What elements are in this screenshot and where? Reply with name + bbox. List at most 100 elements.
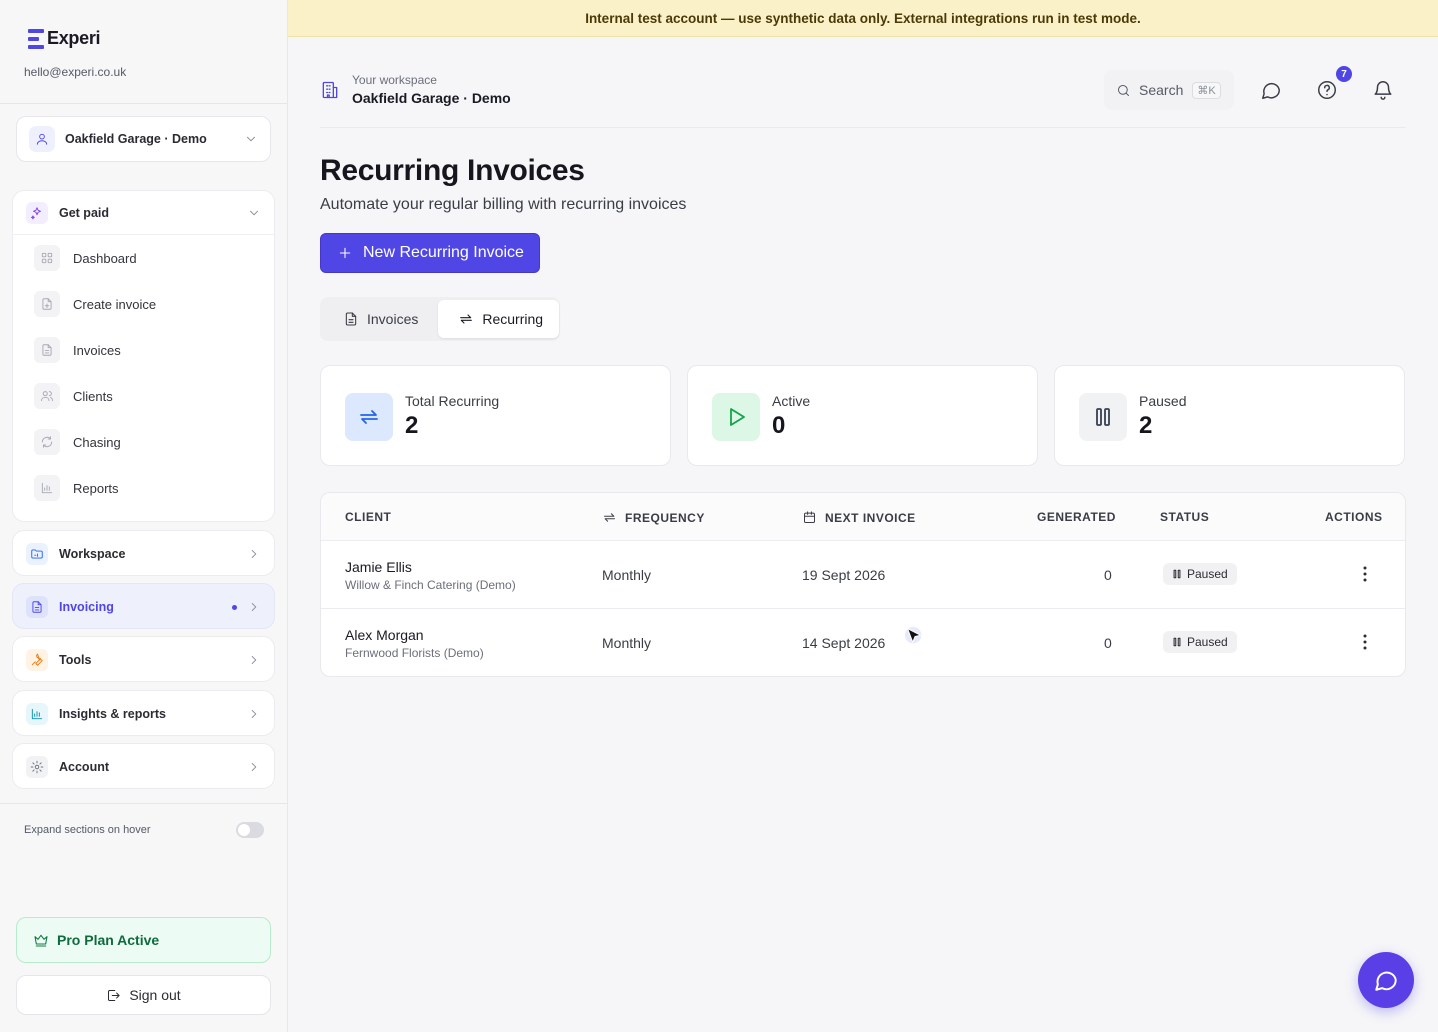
- logo-icon: [28, 28, 44, 49]
- divider: [0, 803, 287, 804]
- sidebar-item-label: Workspace: [59, 547, 126, 561]
- sidebar-item-tools[interactable]: Tools: [12, 636, 275, 682]
- expand-on-hover-toggle[interactable]: [236, 822, 264, 838]
- sidebar-item-create-invoice[interactable]: Create invoice: [13, 281, 274, 327]
- new-recurring-invoice-button[interactable]: New Recurring Invoice: [320, 233, 540, 273]
- column-header-frequency[interactable]: FREQUENCY: [602, 510, 705, 525]
- sign-out-button[interactable]: Sign out: [16, 975, 271, 1015]
- invoice-tabs: Invoices Recurring: [320, 297, 560, 341]
- stat-card-total-recurring: Total Recurring 2: [320, 365, 671, 466]
- divider: [0, 103, 287, 104]
- stat-card-active: Active 0: [687, 365, 1038, 466]
- status-badge: Paused: [1163, 563, 1237, 585]
- column-header-label: NEXT INVOICE: [825, 510, 916, 525]
- file-text-icon: [26, 596, 48, 618]
- workspace-caption: Your workspace: [352, 73, 437, 87]
- recurring-invoices-table: CLIENT FREQUENCY NEXT INVOICE GENERATED …: [320, 492, 1406, 677]
- pro-plan-label: Pro Plan Active: [57, 932, 160, 948]
- client-organization: Willow & Finch Catering (Demo): [345, 578, 516, 592]
- sidebar-item-insights-reports[interactable]: Insights & reports: [12, 690, 275, 736]
- nav-group-get-paid-header[interactable]: Get paid: [13, 191, 274, 235]
- chat-support-button[interactable]: [1358, 952, 1414, 1008]
- bar-chart-icon: [34, 475, 60, 501]
- sidebar-item-label: Reports: [73, 480, 119, 496]
- sidebar-item-reports[interactable]: Reports: [13, 465, 274, 511]
- column-header-generated: GENERATED: [1037, 510, 1116, 524]
- sidebar-item-label: Invoices: [73, 342, 121, 358]
- tab-invoices[interactable]: Invoices: [323, 300, 434, 338]
- top-header: Your workspace Oakfield Garage · Demo Se…: [320, 60, 1406, 128]
- expand-on-hover-setting: Expand sections on hover: [24, 822, 264, 838]
- search-button[interactable]: Search ⌘K: [1104, 70, 1234, 110]
- plus-icon: [337, 245, 353, 261]
- row-actions-button[interactable]: [1356, 631, 1374, 653]
- brand-logo[interactable]: Experi: [28, 28, 101, 49]
- mouse-cursor-icon: [904, 626, 926, 648]
- wrench-icon: [26, 649, 48, 671]
- sidebar-item-label: Create invoice: [73, 296, 157, 312]
- tab-recurring[interactable]: Recurring: [438, 300, 560, 338]
- chevron-right-icon: [247, 547, 261, 561]
- repeat-icon: [458, 311, 474, 327]
- sidebar-item-label: Insights & reports: [59, 707, 166, 721]
- sidebar-item-label: Tools: [59, 653, 92, 667]
- dashboard-icon: [34, 245, 60, 271]
- repeat-icon: [602, 510, 617, 525]
- sidebar-item-account[interactable]: Account: [12, 743, 275, 789]
- stat-value: 2: [405, 412, 419, 439]
- sidebar-item-label: Chasing: [73, 434, 121, 450]
- file-text-icon: [343, 311, 359, 327]
- table-header: CLIENT FREQUENCY NEXT INVOICE GENERATED …: [321, 493, 1405, 541]
- stat-value: 2: [1139, 412, 1153, 439]
- column-header-client: CLIENT: [345, 510, 392, 524]
- table-row[interactable]: Alex Morgan Fernwood Florists (Demo) Mon…: [321, 609, 1405, 676]
- next-invoice-value: 14 Sept 2026: [802, 635, 886, 651]
- column-header-status: STATUS: [1160, 510, 1210, 524]
- workspace-selector[interactable]: Oakfield Garage · Demo: [16, 116, 271, 162]
- row-actions-button[interactable]: [1356, 563, 1374, 585]
- frequency-value: Monthly: [602, 567, 652, 583]
- user-icon: [29, 126, 55, 152]
- sidebar-item-dashboard[interactable]: Dashboard: [13, 235, 274, 281]
- help-icon[interactable]: [1316, 79, 1338, 101]
- sidebar-item-label: Account: [59, 760, 109, 774]
- bell-icon[interactable]: [1372, 79, 1394, 101]
- chevron-right-icon: [247, 707, 261, 721]
- expand-on-hover-label: Expand sections on hover: [24, 824, 151, 836]
- sidebar-item-chasing[interactable]: Chasing: [13, 419, 274, 465]
- table-row[interactable]: Jamie Ellis Willow & Finch Catering (Dem…: [321, 541, 1405, 609]
- column-header-actions: ACTIONS: [1325, 510, 1383, 524]
- log-out-icon: [106, 988, 121, 1003]
- active-indicator-dot: [232, 604, 237, 610]
- file-plus-icon: [34, 291, 60, 317]
- nav-group-label: Get paid: [59, 205, 110, 220]
- test-account-banner: Internal test account — use synthetic da…: [288, 0, 1438, 37]
- client-name: Jamie Ellis: [345, 559, 412, 575]
- chevron-down-icon: [244, 132, 258, 146]
- bar-chart-icon: [26, 703, 48, 725]
- message-icon[interactable]: [1260, 79, 1282, 101]
- sidebar-item-workspace[interactable]: Workspace: [12, 530, 275, 576]
- chevron-right-icon: [247, 653, 261, 667]
- refresh-icon: [34, 429, 60, 455]
- chevron-right-icon: [247, 600, 261, 614]
- repeat-icon: [345, 393, 393, 441]
- chevron-right-icon: [247, 760, 261, 774]
- sidebar-item-label: Clients: [73, 388, 113, 404]
- sidebar-item-invoicing[interactable]: Invoicing: [12, 583, 275, 629]
- sidebar-item-label: Invoicing: [59, 600, 114, 614]
- stat-value: 0: [772, 412, 786, 439]
- sign-out-label: Sign out: [129, 987, 181, 1003]
- calendar-icon: [802, 510, 817, 525]
- column-header-next-invoice[interactable]: NEXT INVOICE: [802, 510, 916, 525]
- pause-icon: [1172, 569, 1182, 579]
- sidebar-item-invoices[interactable]: Invoices: [13, 327, 274, 373]
- tab-label: Recurring: [482, 311, 544, 327]
- client-organization: Fernwood Florists (Demo): [345, 646, 484, 660]
- sidebar-item-clients[interactable]: Clients: [13, 373, 274, 419]
- brand-name: Experi: [47, 28, 101, 48]
- pause-icon: [1172, 637, 1182, 647]
- generated-value: 0: [1104, 635, 1112, 651]
- pro-plan-badge[interactable]: Pro Plan Active: [16, 917, 271, 963]
- tab-label: Invoices: [367, 311, 419, 327]
